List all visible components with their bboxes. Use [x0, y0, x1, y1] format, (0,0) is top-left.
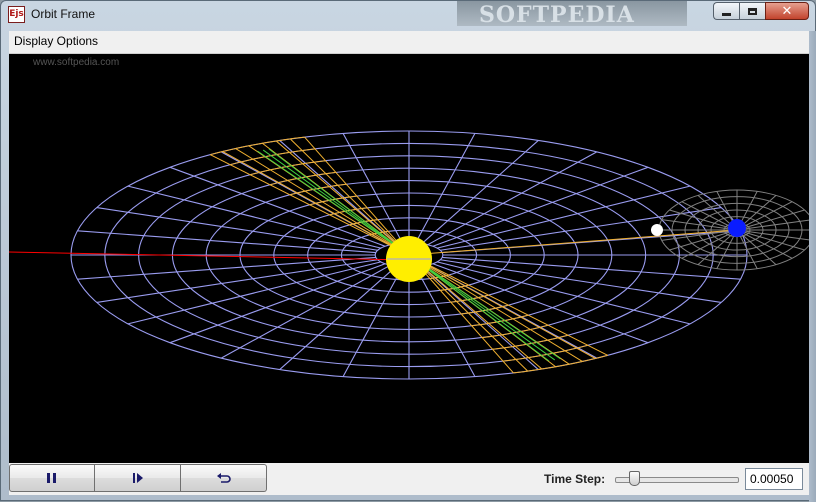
pause-button[interactable]: [9, 464, 95, 492]
planet-body: [728, 219, 746, 237]
playback-buttons: [9, 464, 267, 492]
orbit-grid-spoke: [436, 261, 691, 325]
control-panel: Time Step:: [9, 463, 809, 495]
orbit-frame-window: Ejs Orbit Frame SOFTPEDIA ✕ Display Opti…: [0, 0, 816, 502]
ejs-app-icon: Ejs: [8, 6, 25, 23]
sweep-sector-upper-inner: [262, 149, 410, 256]
slider-thumb[interactable]: [629, 471, 640, 486]
softpedia-banner-text: SOFTPEDIA: [479, 2, 635, 28]
orbit-grid-spoke: [127, 185, 382, 249]
orbit-grid-spoke: [77, 230, 376, 254]
sweep-sector-lower-inner: [408, 254, 556, 361]
time-step-field[interactable]: [745, 468, 803, 490]
menu-display-options[interactable]: Display Options: [14, 34, 98, 48]
orbit-grid-spoke: [436, 185, 691, 249]
window-title: Orbit Frame: [31, 7, 96, 21]
step-forward-button[interactable]: [95, 464, 181, 492]
close-button[interactable]: ✕: [765, 2, 809, 20]
reset-icon: [216, 473, 231, 483]
watermark-text: www.softpedia.com: [33, 57, 120, 68]
time-step-slider[interactable]: [615, 471, 739, 487]
orbit-3d-view[interactable]: www.softpedia.com: [9, 54, 809, 463]
orbit-grid-spoke: [127, 261, 382, 325]
minimize-icon: [722, 12, 731, 16]
maximize-button[interactable]: [739, 2, 765, 20]
pause-icon: [47, 473, 56, 483]
window-right-border: [809, 31, 816, 502]
menu-bar: Display Options: [9, 31, 809, 54]
minimize-button[interactable]: [713, 2, 739, 20]
sweep-sector-lower-inner: [408, 254, 550, 362]
time-step-label: Time Step:: [544, 472, 606, 486]
x-axis-line: [9, 251, 410, 261]
orbit-grid-spoke: [342, 266, 403, 377]
title-bar: Ejs Orbit Frame SOFTPEDIA ✕: [1, 1, 815, 31]
orbit-drawing[interactable]: [9, 54, 809, 463]
reset-button[interactable]: [181, 464, 267, 492]
close-icon: ✕: [781, 3, 793, 19]
sweep-sector-upper-inner: [268, 148, 410, 256]
step-forward-icon: [132, 473, 143, 483]
orbit-grid-spoke: [169, 263, 386, 344]
moon-body: [651, 224, 663, 236]
orbit-grid-spoke: [432, 166, 649, 247]
window-controls: ✕: [713, 2, 809, 21]
orbit-grid-spoke: [415, 133, 476, 244]
orbit-grid-spoke: [77, 256, 376, 280]
maximize-icon: [748, 7, 757, 15]
orbit-grid-spoke: [442, 256, 741, 280]
